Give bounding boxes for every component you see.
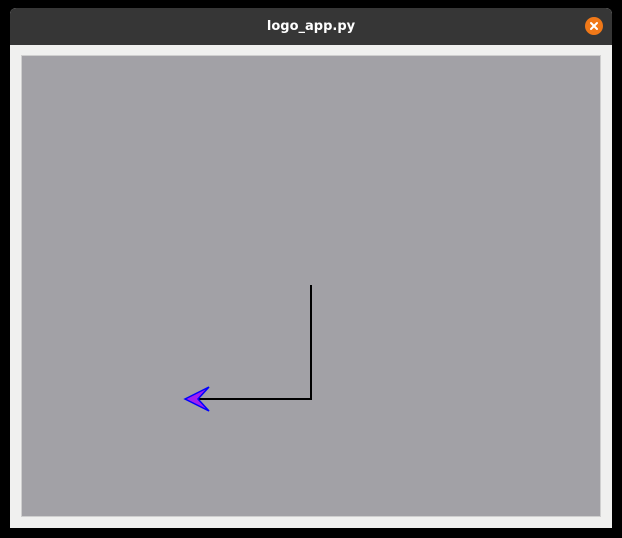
turtle-canvas[interactable] <box>21 55 601 517</box>
title-bar[interactable]: logo_app.py <box>10 8 612 45</box>
app-window: logo_app.py <box>10 8 612 528</box>
close-icon <box>590 22 598 30</box>
turtle-path <box>198 285 312 400</box>
window-title: logo_app.py <box>266 19 356 34</box>
close-button[interactable] <box>585 17 603 35</box>
turtle-drawing <box>183 285 312 412</box>
